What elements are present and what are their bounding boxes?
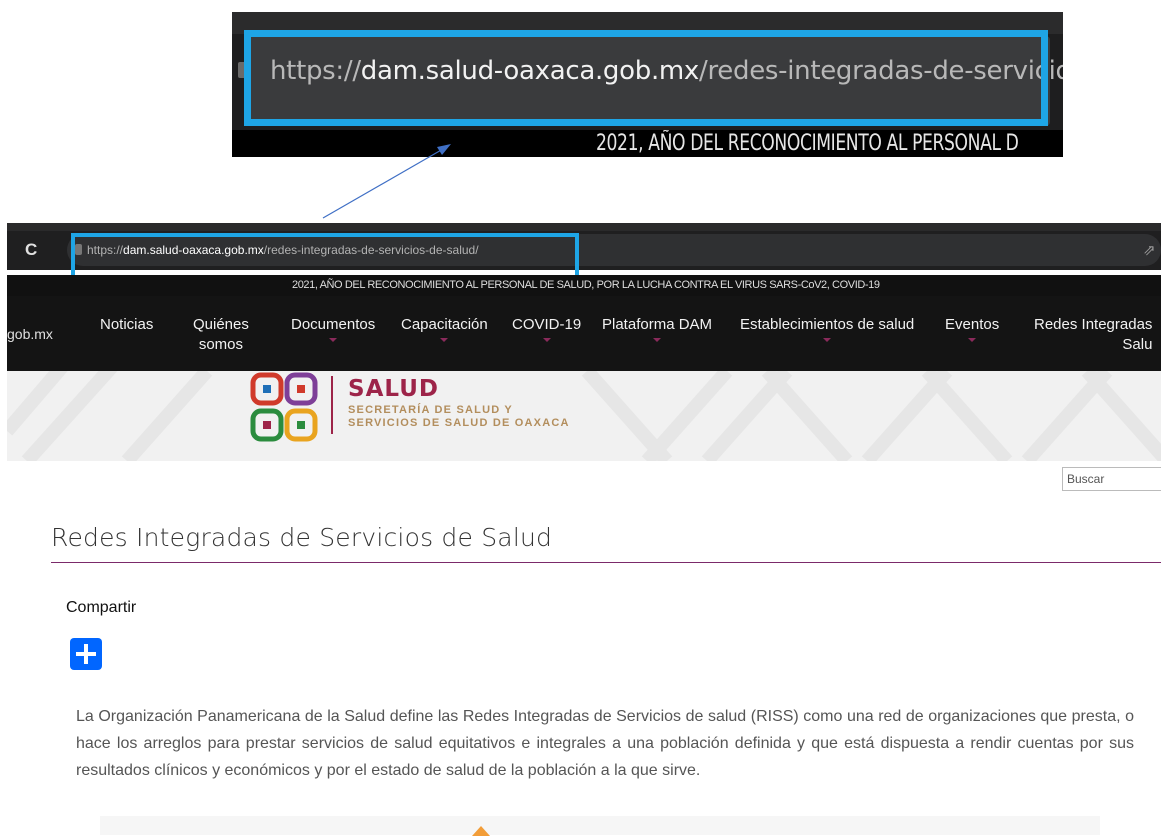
address-highlight-box	[71, 233, 579, 279]
nav-item-label: Capacitación	[401, 316, 488, 333]
nav-item-noticias[interactable]: Noticias	[100, 315, 153, 335]
nav-item-label: Quiénes	[193, 316, 249, 333]
nav-item-quienes-somos[interactable]: Quiénes somos	[193, 315, 249, 355]
nav-item-redes-integradas[interactable]: Redes Integradas Salu	[1034, 315, 1152, 355]
caret-down-icon	[329, 338, 338, 342]
announcement-text: 2021, AÑO DEL RECONOCIMIENTO AL PERSONAL…	[292, 279, 880, 291]
share-plus-button[interactable]	[70, 638, 102, 670]
browser-tab-strip	[7, 223, 1161, 231]
nav-item-eventos[interactable]: Eventos	[945, 315, 999, 342]
search-input[interactable]	[1062, 467, 1161, 491]
logo-subtitle-line2: SERVICIOS DE SALUD DE OAXACA	[348, 417, 570, 429]
logo-title: SALUD	[348, 376, 439, 402]
nav-item-label: Noticias	[100, 316, 154, 333]
nav-domain-fragment[interactable]: gob.mx	[7, 326, 53, 342]
caret-down-icon	[968, 338, 977, 342]
caret-down-icon	[823, 338, 832, 342]
nav-item-establecimientos[interactable]: Establecimientos de salud	[740, 315, 914, 342]
nav-item-label-line2: Salu	[1122, 336, 1153, 353]
nav-item-label: Establecimientos de salud	[740, 316, 915, 333]
caret-down-icon	[542, 338, 551, 342]
share-page-icon[interactable]: ⇗	[1143, 241, 1156, 259]
caret-down-icon	[653, 338, 662, 342]
nav-item-label: Redes Integradas	[1034, 316, 1153, 333]
nav-item-label: Documentos	[291, 316, 376, 333]
logo-divider	[331, 376, 333, 434]
reload-icon[interactable]: C	[25, 240, 37, 260]
caret-down-icon	[440, 338, 449, 342]
intro-paragraph: La Organización Panamericana de la Salud…	[76, 708, 1134, 779]
share-label: Compartir	[66, 599, 137, 616]
nav-item-label: COVID-19	[512, 316, 582, 333]
nav-item-label: Plataforma DAM	[602, 316, 713, 333]
page-title: Redes Integradas de Servicios de Salud	[51, 523, 553, 552]
logo-subtitle-line1: SECRETARÍA DE SALUD Y	[348, 404, 513, 416]
oaxaca-logo-icon[interactable]	[249, 371, 319, 443]
nav-item-documentos[interactable]: Documentos	[291, 315, 375, 342]
figure-top-edge	[100, 816, 1100, 835]
nav-item-covid-19[interactable]: COVID-19	[512, 315, 581, 342]
site-banner: SALUD SECRETARÍA DE SALUD Y SERVICIOS DE…	[7, 371, 1161, 461]
nav-item-plataforma-dam[interactable]: Plataforma DAM	[602, 315, 712, 342]
title-divider	[51, 562, 1161, 563]
nav-item-label-line2: somos	[198, 336, 244, 353]
announcement-bar: 2021, AÑO DEL RECONOCIMIENTO AL PERSONAL…	[7, 275, 1161, 296]
main-nav: gob.mx Noticias Quiénes somos Documentos…	[7, 296, 1161, 371]
nav-item-capacitacion[interactable]: Capacitación	[401, 315, 488, 342]
banner-pattern	[7, 371, 1161, 461]
nav-item-label: Eventos	[945, 316, 1000, 333]
